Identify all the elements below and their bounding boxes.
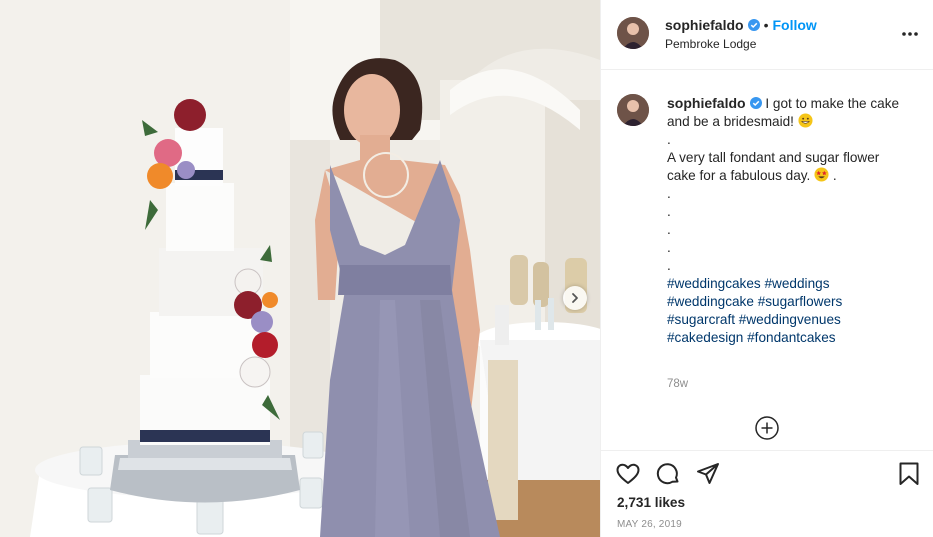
verified-badge-icon bbox=[749, 97, 762, 109]
bookmark-icon[interactable] bbox=[896, 461, 922, 487]
hashtag-list: #weddingcakes #weddings #weddingcake #su… bbox=[667, 275, 907, 347]
hashtag-link[interactable]: #sugarflowers bbox=[758, 294, 843, 309]
post-side-panel: sophiefaldo • Follow Pembroke Lodge sophie… bbox=[600, 0, 933, 537]
avatar-image bbox=[617, 94, 649, 126]
caption-area: sophiefaldo I got to make the cake and b… bbox=[601, 70, 933, 450]
avatar-image bbox=[617, 17, 649, 49]
heart-icon[interactable] bbox=[615, 461, 641, 487]
caption-dot-line: . bbox=[667, 222, 671, 237]
caption-dot-line: . bbox=[667, 204, 671, 219]
more-options-icon[interactable] bbox=[900, 24, 920, 44]
follow-button[interactable]: Follow bbox=[772, 17, 816, 33]
caption-text: and be a bridesmaid! bbox=[667, 114, 794, 129]
caption-line: and be a bridesmaid! bbox=[667, 113, 907, 131]
caption-dot-line: . bbox=[667, 240, 671, 255]
add-comment-icon[interactable] bbox=[754, 415, 780, 441]
star-struck-emoji-icon bbox=[814, 167, 829, 182]
share-icon[interactable] bbox=[695, 461, 721, 487]
caption-text: cake for a fabulous day. bbox=[667, 168, 811, 183]
header-name-line: sophiefaldo • Follow bbox=[665, 17, 817, 33]
caption-line: A very tall fondant and sugar flower bbox=[667, 150, 880, 165]
hashtag-link[interactable]: #weddingvenues bbox=[739, 312, 841, 327]
caption-dot-line: . bbox=[667, 186, 671, 201]
like-count[interactable]: 2,731 likes bbox=[617, 495, 685, 510]
post-image[interactable] bbox=[0, 0, 600, 537]
separator-dot: • bbox=[763, 17, 769, 33]
verified-badge-icon bbox=[747, 19, 760, 31]
grinning-emoji-icon bbox=[798, 113, 813, 128]
hashtag-link[interactable]: #cakedesign bbox=[667, 330, 743, 345]
caption-text: . bbox=[829, 168, 837, 183]
caption-dot-line: . bbox=[667, 132, 671, 147]
post-time-ago[interactable]: 78w bbox=[667, 378, 688, 390]
comment-icon[interactable] bbox=[655, 461, 681, 487]
post-caption: sophiefaldo I got to make the cake and b… bbox=[667, 94, 907, 347]
caption-dot-line: . bbox=[667, 258, 671, 273]
chevron-right-icon bbox=[572, 293, 578, 303]
caption-avatar[interactable] bbox=[617, 94, 649, 126]
caption-username[interactable]: sophiefaldo bbox=[667, 95, 746, 111]
caption-text: I got to make the cake bbox=[765, 96, 900, 111]
post-actions: 2,731 likes MAY 26, 2019 bbox=[601, 450, 933, 537]
hashtag-link[interactable]: #fondantcakes bbox=[747, 330, 835, 345]
hashtag-link[interactable]: #weddings bbox=[765, 276, 830, 291]
username-link[interactable]: sophiefaldo bbox=[665, 17, 744, 33]
caption-line: cake for a fabulous day. . bbox=[667, 167, 907, 185]
post-header: sophiefaldo • Follow Pembroke Lodge bbox=[601, 0, 933, 70]
caption-line: sophiefaldo I got to make the cake bbox=[667, 94, 907, 113]
avatar[interactable] bbox=[617, 17, 649, 49]
hashtag-link[interactable]: #weddingcake bbox=[667, 294, 754, 309]
next-image-button[interactable] bbox=[563, 286, 587, 310]
hashtag-link[interactable]: #sugarcraft bbox=[667, 312, 735, 327]
post-date: MAY 26, 2019 bbox=[617, 519, 682, 530]
location-link[interactable]: Pembroke Lodge bbox=[665, 37, 756, 51]
post-photo-illustration bbox=[0, 0, 600, 537]
hashtag-link[interactable]: #weddingcakes bbox=[667, 276, 761, 291]
